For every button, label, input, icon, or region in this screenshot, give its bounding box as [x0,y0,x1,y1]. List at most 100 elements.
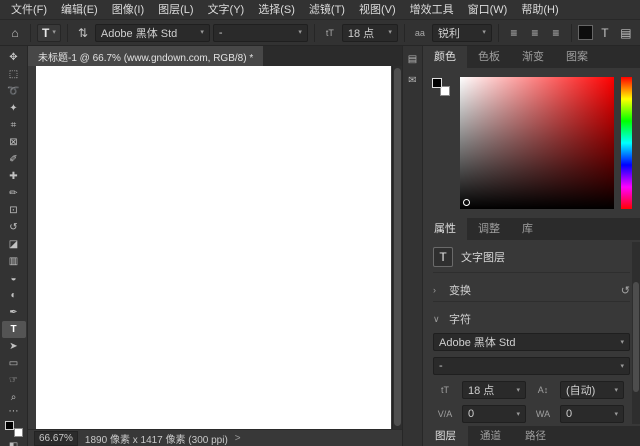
edit-toolbar-icon[interactable]: ⋯ [9,406,19,417]
warp-text-icon[interactable]: T [596,26,614,40]
pen-tool[interactable]: ✒ [2,304,26,321]
saturation-brightness-field[interactable] [460,77,614,209]
toggle-panels-icon[interactable]: ▤ [617,26,635,40]
type-tool-icon: T [42,26,49,40]
tab-gradients[interactable]: 渐变 [511,46,555,68]
canvas-viewport[interactable] [28,66,402,429]
menu-file[interactable]: 文件(F) [4,0,54,20]
tab-layers[interactable]: 图层 [423,426,468,446]
properties-panel-tabs: 属性调整库 [423,218,640,240]
char-font-size-select[interactable]: 18 点 ▾ [462,381,526,399]
object-selection-tool[interactable]: ✦ [2,100,26,117]
layer-type-row: T 文字图层 [433,247,630,273]
gradient-tool[interactable]: ▥ [2,253,26,270]
char-leading-select[interactable]: (自动) ▾ [560,381,624,399]
font-style-select[interactable]: - ▾ [213,24,308,42]
reset-transform-icon[interactable]: ↺ [621,284,630,297]
marquee-tool[interactable]: ⬚ [2,66,26,83]
font-size-select[interactable]: 18 点 ▾ [342,24,398,42]
tool-icon: ➤ [9,341,17,352]
tab-color[interactable]: 颜色 [423,46,467,68]
tab-patterns[interactable]: 图案 [555,46,599,68]
menu-filter[interactable]: 滤镜(T) [302,0,352,20]
eyedropper-tool[interactable]: ✐ [2,151,26,168]
menu-edit[interactable]: 编辑(E) [54,0,105,20]
size-leading-row: tT 18 点 ▾ A↕ (自动) ▾ [433,381,630,399]
document-tab[interactable]: 未标题-1 @ 66.7% (www.gndown.com, RGB/8) * [28,46,263,66]
menu-view[interactable]: 视图(V) [352,0,403,20]
status-options-chevron[interactable]: > [235,433,241,444]
blur-tool[interactable]: ◒ [2,270,26,287]
menubar: 文件(F)编辑(E)图像(I)图层(L)文字(Y)选择(S)滤镜(T)视图(V)… [0,0,640,20]
tab-swatches[interactable]: 色板 [467,46,511,68]
text-color-swatch[interactable] [578,25,593,40]
dodge-tool[interactable]: ◐ [2,287,26,304]
tool-icon: ⌕ [11,392,17,403]
frame-tool[interactable]: ⊠ [2,134,26,151]
menu-plugins[interactable]: 增效工具 [403,0,461,20]
caret-down-icon: ▾ [614,387,618,394]
panel-scrollbar[interactable] [632,242,640,424]
vertical-scrollbar[interactable] [392,66,402,429]
home-icon[interactable]: ⌂ [6,26,24,40]
menu-layer[interactable]: 图层(L) [151,0,200,20]
char-font-style-select[interactable]: - ▾ [433,357,630,375]
path-selection-tool[interactable]: ➤ [2,338,26,355]
comments-panel-icon[interactable]: ✉ [408,75,416,86]
char-font-family-select[interactable]: Adobe 黑体 Std ▾ [433,333,630,351]
color-picker-marker[interactable] [463,199,470,206]
eraser-tool[interactable]: ◪ [2,236,26,253]
char-font-size-value: 18 点 [468,382,512,398]
tool-preset-picker[interactable]: T ▾ [37,24,61,42]
char-tracking-select[interactable]: 0 ▾ [560,405,624,423]
menu-window[interactable]: 窗口(W) [461,0,515,20]
tab-adjustments[interactable]: 调整 [467,218,511,240]
menu-image[interactable]: 图像(I) [105,0,151,20]
font-family-select[interactable]: Adobe 黑体 Std ▾ [95,24,210,42]
tab-libraries[interactable]: 库 [511,218,544,240]
vertical-scrollbar-thumb[interactable] [394,68,401,426]
text-orientation-icon[interactable]: ⇅ [74,26,92,40]
brush-tool[interactable]: ✏ [2,185,26,202]
tool-icon: ⌗ [11,120,17,131]
history-brush-tool[interactable]: ↺ [2,219,26,236]
tab-properties[interactable]: 属性 [423,218,467,240]
anti-alias-select[interactable]: 锐利 ▾ [432,24,492,42]
align-right-icon[interactable]: ≡ [547,26,565,40]
leading-icon: A↕ [531,385,555,395]
character-section-header[interactable]: ∨ 字符 [433,308,630,327]
menu-type[interactable]: 文字(Y) [201,0,252,20]
history-panel-icon[interactable]: ▤ [408,54,417,65]
zoom-level-field[interactable]: 66.67% [34,431,78,446]
hand-tool[interactable]: ☞ [2,372,26,389]
tab-channels[interactable]: 通道 [468,426,513,446]
background-color-swatch[interactable] [14,428,23,437]
char-kerning-select[interactable]: 0 ▾ [462,405,526,423]
menu-help[interactable]: 帮助(H) [514,0,565,20]
separator [571,24,572,42]
align-center-icon[interactable]: ≡ [526,26,544,40]
healing-brush-tool[interactable]: ✚ [2,168,26,185]
move-tool[interactable]: ✥ [2,49,26,66]
fg-bg-mini-swatches[interactable] [431,77,453,209]
type-tool[interactable]: T [2,321,26,338]
shape-tool[interactable]: ▭ [2,355,26,372]
crop-tool[interactable]: ⌗ [2,117,26,134]
lasso-tool[interactable]: ➰ [2,83,26,100]
tab-paths[interactable]: 路径 [513,426,558,446]
clone-stamp-tool[interactable]: ⊡ [2,202,26,219]
foreground-color-swatch[interactable] [5,421,14,430]
transform-section-header[interactable]: › 变换 ↺ [433,279,630,302]
photoshop-window: 文件(F)编辑(E)图像(I)图层(L)文字(Y)选择(S)滤镜(T)视图(V)… [0,0,640,446]
layers-panel-tabs: 图层通道路径 [423,426,640,446]
hue-slider[interactable] [621,77,632,209]
canvas-page[interactable] [36,66,391,429]
panel-scrollbar-thumb[interactable] [633,282,639,392]
tool-icon: ✥ [9,52,17,63]
quick-mask-icon[interactable]: ◧ [9,441,18,446]
zoom-tool[interactable]: ⌕ [2,389,26,406]
foreground-background-swatches[interactable] [5,421,23,437]
menu-select[interactable]: 选择(S) [251,0,302,20]
foreground-color-swatch[interactable] [432,78,442,88]
align-left-icon[interactable]: ≡ [505,26,523,40]
